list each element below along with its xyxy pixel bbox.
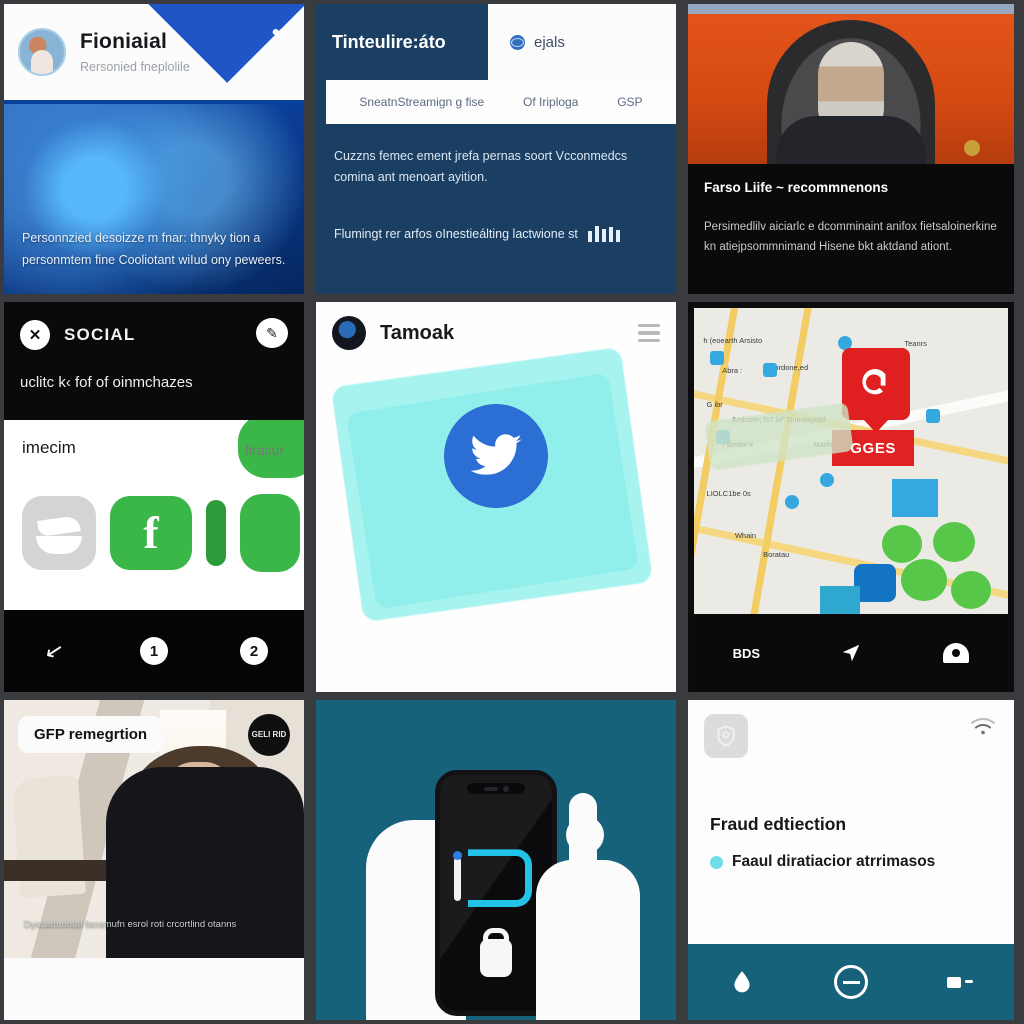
map-label-6: Marfo [813, 439, 833, 449]
nav-label-gps[interactable]: BDS [694, 646, 799, 661]
minus-circle-icon[interactable] [797, 965, 906, 999]
artwork [326, 347, 666, 680]
panel-footer: Flumingt rer arfos oInestieálting lactwi… [334, 226, 658, 242]
tab-bar[interactable]: SneatnStreamign g fise Of Iriploga GSP [326, 80, 676, 124]
panel-title: Tinteulire:áto [316, 4, 488, 80]
video-thumbnail[interactable] [688, 14, 1014, 164]
video-caption: Dyscartunotaf fanamufn esrol roti crcort… [24, 919, 237, 930]
panel-profile-card[interactable]: Fioniaial Rersonied fneplolile ❤ Personn… [0, 0, 312, 298]
map-label-4: Ambarle; fs7 bP Dnmdeyobf [731, 415, 826, 425]
fingertip [566, 815, 604, 854]
mail-icon[interactable] [22, 496, 96, 570]
nav-arrow-icon[interactable]: ↙ [4, 636, 104, 664]
panel-video-card[interactable]: Farso Liife ~ recommnenons Persimedlilv … [680, 0, 1024, 298]
video-body: Persimedlilv aiciarlc e dcomminaint anif… [704, 221, 997, 254]
panel-gfp-card[interactable]: GFP remegrtion GELI RID Dyscartunotaf fa… [0, 696, 312, 1024]
profile-subtitle: Rersonied fneplolile [80, 60, 190, 74]
page-title: Fraud edtiection [710, 814, 847, 834]
bullet-label: Faaul diratiacior atrrimasos [732, 853, 936, 870]
close-icon[interactable]: ✕ [20, 320, 50, 350]
panel-scan[interactable] [312, 696, 680, 1024]
video-title: Farso Liife ~ recommnenons [704, 180, 889, 195]
device-icon[interactable] [905, 976, 1014, 988]
tab-2[interactable]: GSP [617, 95, 642, 109]
droplet-icon[interactable] [688, 969, 797, 995]
location-marker-icon[interactable] [841, 347, 910, 420]
account-name: Tamoak [380, 321, 455, 344]
scan-dot [453, 851, 462, 861]
globe-label: ejals [534, 33, 565, 51]
panel-body-text: Cuzzns femec ement jrefa pernas soort Vc… [334, 149, 628, 184]
tab-0[interactable]: SneatnStreamign g fise [359, 95, 484, 109]
chat-icon[interactable] [240, 494, 300, 572]
person-torso [776, 116, 926, 164]
nav-arrow-icon[interactable] [799, 642, 904, 664]
panel-twitter-card[interactable]: Tamoak [312, 298, 680, 696]
pencil-icon[interactable]: ✎ [256, 318, 288, 348]
wifi-icon [971, 718, 995, 735]
avatar-icon [332, 316, 366, 350]
facebook-icon[interactable]: f [110, 496, 192, 570]
face-scan-icon [468, 849, 532, 908]
bottom-nav[interactable] [688, 944, 1014, 1020]
pill-icon[interactable] [206, 500, 226, 566]
map-label-9: Boratau [763, 549, 790, 559]
notch [467, 783, 525, 795]
map-label-0: h (eoearth Arsisto [703, 335, 763, 345]
avatar-badge: GELI RID [248, 714, 290, 756]
panel-social[interactable]: ✕ SOCIAL ✎ uclitc k‹ fof of oinmchazes i… [0, 298, 312, 696]
badge-icon [964, 140, 980, 156]
avatar [18, 28, 66, 76]
nav-step-2[interactable]: 2 [204, 637, 304, 665]
map-label-1: Abra : [722, 366, 743, 376]
signal-bars-icon [587, 226, 620, 242]
twitter-bird-icon [444, 404, 548, 508]
video-tag: GFP remegrtion [18, 716, 164, 753]
social-title: SOCIAL [64, 325, 136, 344]
map-label-10: Teanrs [904, 338, 927, 348]
footer-text: Flumingt rer arfos oInestieálting lactwi… [334, 227, 578, 241]
video-thumbnail[interactable]: GFP remegrtion GELI RID Dyscartunotaf fa… [4, 700, 304, 958]
nav-step-1[interactable]: 1 [104, 637, 204, 665]
mockup-collage: Fioniaial Rersonied fneplolile ❤ Personn… [0, 0, 1024, 1024]
camera-icon[interactable] [903, 643, 1008, 663]
profile-header[interactable]: Fioniaial Rersonied fneplolile ❤ [4, 4, 304, 100]
list-label-right: firacur [245, 442, 284, 458]
gps-tag[interactable]: GGES [832, 430, 915, 467]
globe-icon [510, 34, 525, 50]
shield-icon[interactable] [704, 714, 748, 758]
top-strip [688, 4, 1014, 14]
bottom-nav[interactable]: BDS [694, 614, 1008, 692]
hamburger-menu-icon[interactable] [638, 323, 660, 343]
map-label-5: I Wellor'4 [722, 439, 754, 449]
hero-image: Personnzied desoizze m fnar: thnyky tion… [4, 104, 304, 294]
map-label-7: LIOLC1be 0s [706, 488, 751, 498]
bullet-dot-icon [710, 855, 723, 869]
bottom-nav[interactable]: ↙ 1 2 [4, 610, 304, 692]
map-label-3: G ibr [706, 399, 723, 409]
social-subtitle: uclitc k‹ fof of oinmchazes [20, 374, 193, 391]
hero-caption: Personnzied desoizze m fnar: thnyky tion… [22, 231, 286, 268]
profile-name: Fioniaial [80, 30, 167, 53]
heart-icon: ❤ [271, 25, 286, 44]
map-label-8: Whain [734, 531, 757, 541]
card-body [4, 958, 304, 1020]
scan-bar [454, 857, 461, 902]
map-view[interactable]: h (eoearth Arsisto Abra : Enrdone,ed G i… [694, 308, 1008, 614]
list-item: Faaul diratiacior atrrimasos [710, 853, 992, 871]
lock-icon [480, 939, 512, 978]
panel-tabs[interactable]: Tinteulire:áto ejals SneatnStreamign g f… [312, 0, 680, 298]
tab-1[interactable]: Of Iriploga [523, 95, 578, 109]
panel-fraud[interactable]: Fraud edtiection Faaul diratiacior atrri… [680, 696, 1024, 1024]
globe-row[interactable]: ejals [488, 4, 676, 80]
panel-map[interactable]: h (eoearth Arsisto Abra : Enrdone,ed G i… [680, 298, 1024, 696]
